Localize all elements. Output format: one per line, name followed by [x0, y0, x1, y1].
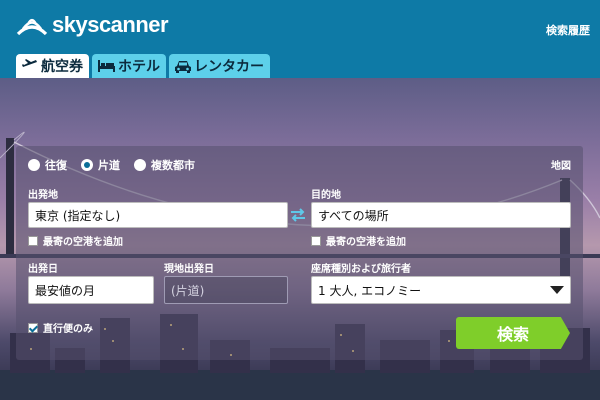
tab-label: 航空券	[41, 59, 83, 75]
depart-date-input[interactable]: 最安値の月	[28, 276, 154, 304]
cabin-travellers-select[interactable]: 1 大人, エコノミー	[311, 276, 571, 304]
destination-input[interactable]: すべての場所	[311, 202, 571, 228]
sunrise-logo-icon	[16, 18, 48, 36]
trip-type-selector: 往復 片道 複数都市	[28, 157, 209, 173]
checkbox[interactable]	[28, 235, 38, 246]
search-history-link[interactable]: 検索履歴	[546, 22, 590, 38]
radio-round-trip[interactable]: 往復	[28, 157, 67, 173]
checkbox-label: 直行便のみ	[43, 324, 93, 335]
caret-down-icon	[550, 286, 564, 294]
checkbox[interactable]	[28, 322, 38, 333]
airplane-icon	[22, 59, 37, 67]
radio-label: 片道	[98, 159, 120, 172]
checkbox[interactable]	[311, 235, 321, 246]
checkbox-label: 最寄の空港を追加	[326, 237, 406, 248]
radio-multi-city[interactable]: 複数都市	[134, 157, 195, 173]
skyscanner-logo[interactable]: skyscanner	[16, 12, 169, 38]
direct-flights-only[interactable]: 直行便のみ	[28, 320, 93, 335]
cabin-travellers-value: 1 大人, エコノミー	[318, 283, 422, 298]
local-depart-date-input[interactable]: (片道)	[164, 276, 288, 304]
site-header: skyscanner 検索履歴 航空券 ホテル レンタカー	[0, 0, 600, 78]
tab-hotels[interactable]: ホテル	[92, 54, 166, 78]
product-tabs: 航空券 ホテル レンタカー	[16, 54, 270, 78]
destination-nearby-airports[interactable]: 最寄の空港を追加	[311, 233, 406, 248]
radio-one-way[interactable]: 片道	[81, 157, 120, 173]
local-depart-date-label: 現地出発日	[164, 264, 214, 275]
search-button[interactable]: 検索	[456, 317, 570, 349]
swap-arrows-icon[interactable]	[290, 208, 306, 222]
tab-label: レンタカー	[194, 59, 264, 75]
depart-date-label: 出発日	[28, 264, 58, 275]
radio-button[interactable]	[28, 159, 40, 171]
car-icon	[175, 60, 191, 73]
destination-label: 目的地	[311, 190, 341, 201]
brand-name: skyscanner	[52, 12, 169, 37]
cabin-travellers-label: 座席種別および旅行者	[311, 264, 411, 275]
radio-label: 複数都市	[151, 159, 195, 172]
tab-car-hire[interactable]: レンタカー	[169, 54, 270, 78]
flight-search-panel: 往復 片道 複数都市 地図 出発地 東京 (指定なし) 最寄の空港を追加 目的地…	[16, 146, 583, 360]
origin-nearby-airports[interactable]: 最寄の空港を追加	[28, 233, 123, 248]
radio-button[interactable]	[134, 159, 146, 171]
tab-flights[interactable]: 航空券	[16, 54, 89, 78]
tab-label: ホテル	[118, 59, 160, 75]
radio-label: 往復	[45, 159, 67, 172]
origin-label: 出発地	[28, 190, 58, 201]
bed-icon	[98, 60, 115, 72]
origin-input[interactable]: 東京 (指定なし)	[28, 202, 288, 228]
map-link[interactable]: 地図	[551, 157, 571, 172]
radio-button[interactable]	[81, 159, 93, 171]
checkbox-label: 最寄の空港を追加	[43, 237, 123, 248]
